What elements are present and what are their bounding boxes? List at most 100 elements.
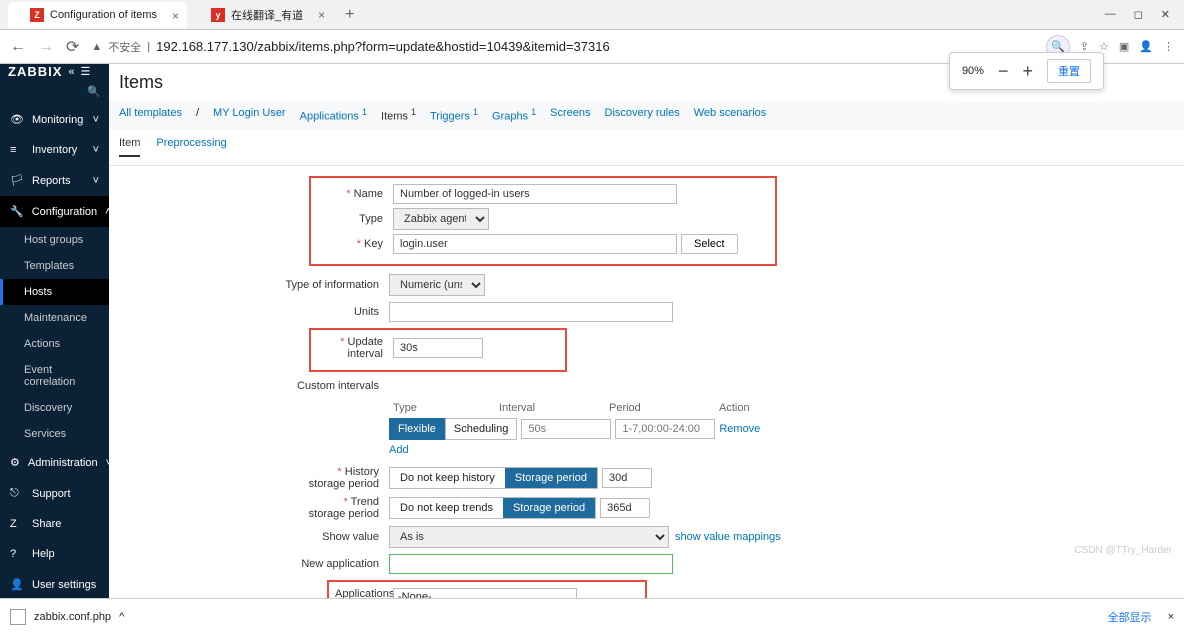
sidebar-sub-hosts[interactable]: Hosts [0, 279, 109, 305]
sidebar-item-reports[interactable]: 🏳Reports˅ [0, 165, 109, 196]
sidebar-item-configuration[interactable]: 🔧Configuration˄ [0, 196, 109, 227]
sidebar-sub-actions[interactable]: Actions [0, 331, 109, 357]
interval-type-segment[interactable]: FlexibleScheduling [389, 418, 517, 440]
collapse-icon[interactable]: « [68, 66, 74, 78]
sidebar-support[interactable]: ⎋Support [0, 478, 109, 509]
highlight-box: Update interval [309, 328, 567, 372]
sidebar-item-administration[interactable]: ⚙Administration˅ [0, 447, 109, 478]
seg-scheduling[interactable]: Scheduling [445, 418, 517, 440]
eye-icon: 👁 [10, 113, 24, 126]
maximize-icon[interactable]: ◻ [1134, 8, 1143, 21]
reload-icon[interactable]: ⟳ [66, 37, 79, 57]
new-application-input[interactable] [389, 554, 673, 574]
favicon: y [211, 8, 225, 22]
highlight-box: Applications -None- Server security [327, 580, 647, 598]
col-type: Type [389, 402, 489, 414]
url-text: 192.168.177.130/zabbix/items.php?form=up… [156, 39, 610, 54]
tab-preprocessing[interactable]: Preprocessing [156, 137, 226, 157]
close-window-icon[interactable]: ✕ [1161, 8, 1170, 21]
support-icon: ⎋ [10, 487, 24, 500]
address-bar[interactable]: ▲ 不安全 | 192.168.177.130/zabbix/items.php… [91, 39, 1033, 55]
browser-tabs: Z Configuration of items × y 在线翻译_有道 × +… [0, 0, 1184, 30]
zoom-out-button[interactable]: − [998, 61, 1009, 82]
browser-tab-active[interactable]: Z Configuration of items × [8, 2, 187, 28]
extension-icon[interactable]: ▣ [1119, 40, 1129, 53]
close-icon[interactable]: × [318, 8, 325, 22]
applications-list[interactable]: -None- Server security [393, 588, 577, 598]
period-input[interactable] [615, 419, 715, 439]
sidebar-item-label: Monitoring [32, 114, 83, 126]
sidebar-sub-event-correlation[interactable]: Event correlation [0, 357, 109, 395]
history-segment[interactable]: Do not keep historyStorage period [389, 467, 598, 489]
highlight-box: Name TypeZabbix agent KeySelect [309, 176, 777, 266]
history-value-input[interactable] [602, 468, 652, 488]
custom-intervals-table: Type Interval Period Action FlexibleSche… [389, 398, 1184, 440]
content: Items All templates / MY Login User Appl… [109, 64, 1184, 598]
app-option-none[interactable]: -None- [394, 589, 576, 598]
gear-icon: ⚙ [10, 456, 20, 469]
sidebar-item-monitoring[interactable]: 👁Monitoring˅ [0, 104, 109, 135]
zoom-reset-button[interactable]: 重置 [1047, 59, 1091, 83]
profile-icon[interactable]: 👤 [1139, 40, 1153, 53]
close-download-bar-icon[interactable]: × [1168, 611, 1174, 623]
tab-item[interactable]: Item [119, 137, 140, 157]
sidebar-sub-templates[interactable]: Templates [0, 253, 109, 279]
sidebar-sub-discovery[interactable]: Discovery [0, 395, 109, 421]
name-input[interactable] [393, 184, 677, 204]
crumb-template[interactable]: MY Login User [213, 107, 286, 123]
sidebar-help[interactable]: ?Help [0, 539, 109, 569]
window-controls: — ◻ ✕ [1091, 0, 1184, 29]
select-button[interactable]: Select [681, 234, 738, 254]
browser-tab[interactable]: y 在线翻译_有道 × [189, 1, 333, 29]
list-icon: ≡ [10, 144, 24, 156]
zoom-in-button[interactable]: + [1022, 61, 1033, 82]
seg-storage-period[interactable]: Storage period [503, 498, 595, 518]
label-trend-storage: Trend storage period [305, 496, 389, 520]
label-update-interval: Update interval [317, 336, 393, 360]
label-applications: Applications [335, 588, 393, 598]
menu-toggle-icon[interactable]: ☰ [81, 65, 91, 78]
sidebar-item-label: Help [32, 548, 55, 560]
seg-donot-trends[interactable]: Do not keep trends [390, 498, 503, 518]
seg-flexible[interactable]: Flexible [389, 418, 445, 440]
minimize-icon[interactable]: — [1105, 8, 1116, 21]
type-of-info-select[interactable]: Numeric (unsigned) [389, 274, 485, 296]
sidebar-sub-maintenance[interactable]: Maintenance [0, 305, 109, 331]
show-value-mappings-link[interactable]: show value mappings [675, 531, 781, 543]
zoom-level: 90% [962, 65, 984, 77]
crumb-discovery-rules[interactable]: Discovery rules [605, 107, 680, 123]
download-item[interactable]: zabbix.conf.php ^ [10, 609, 124, 625]
menu-icon[interactable]: ⋮ [1163, 40, 1174, 53]
sidebar-item-inventory[interactable]: ≡Inventory˅ [0, 135, 109, 165]
new-tab-button[interactable]: + [335, 6, 364, 24]
crumb-triggers[interactable]: Triggers 1 [430, 107, 478, 123]
col-action: Action [719, 402, 779, 414]
back-icon[interactable]: ← [10, 38, 26, 56]
remove-link[interactable]: Remove [719, 423, 760, 435]
close-icon[interactable]: × [172, 9, 179, 23]
units-input[interactable] [389, 302, 673, 322]
trend-value-input[interactable] [600, 498, 650, 518]
sidebar-user-settings[interactable]: 👤User settings [0, 569, 109, 600]
label-type-of-info: Type of information [109, 279, 389, 291]
search-icon[interactable]: 🔍 [87, 85, 101, 98]
seg-donot-history[interactable]: Do not keep history [390, 468, 505, 488]
crumb-all-templates[interactable]: All templates [119, 107, 182, 123]
trend-segment[interactable]: Do not keep trendsStorage period [389, 497, 596, 519]
seg-storage-period[interactable]: Storage period [505, 468, 597, 488]
crumb-web-scenarios[interactable]: Web scenarios [694, 107, 767, 123]
sidebar-share[interactable]: ZShare [0, 509, 109, 539]
interval-input[interactable] [521, 419, 611, 439]
chevron-up-icon[interactable]: ^ [119, 611, 124, 623]
crumb-screens[interactable]: Screens [550, 107, 590, 123]
type-select[interactable]: Zabbix agent [393, 208, 489, 230]
key-input[interactable] [393, 234, 677, 254]
show-value-select[interactable]: As is [389, 526, 669, 548]
crumb-applications[interactable]: Applications 1 [300, 107, 367, 123]
sidebar-sub-services[interactable]: Services [0, 421, 109, 447]
add-link[interactable]: Add [389, 444, 409, 456]
show-all-downloads[interactable]: 全部显示 [1108, 609, 1152, 625]
crumb-graphs[interactable]: Graphs 1 [492, 107, 536, 123]
update-interval-input[interactable] [393, 338, 483, 358]
sidebar-sub-hostgroups[interactable]: Host groups [0, 227, 109, 253]
